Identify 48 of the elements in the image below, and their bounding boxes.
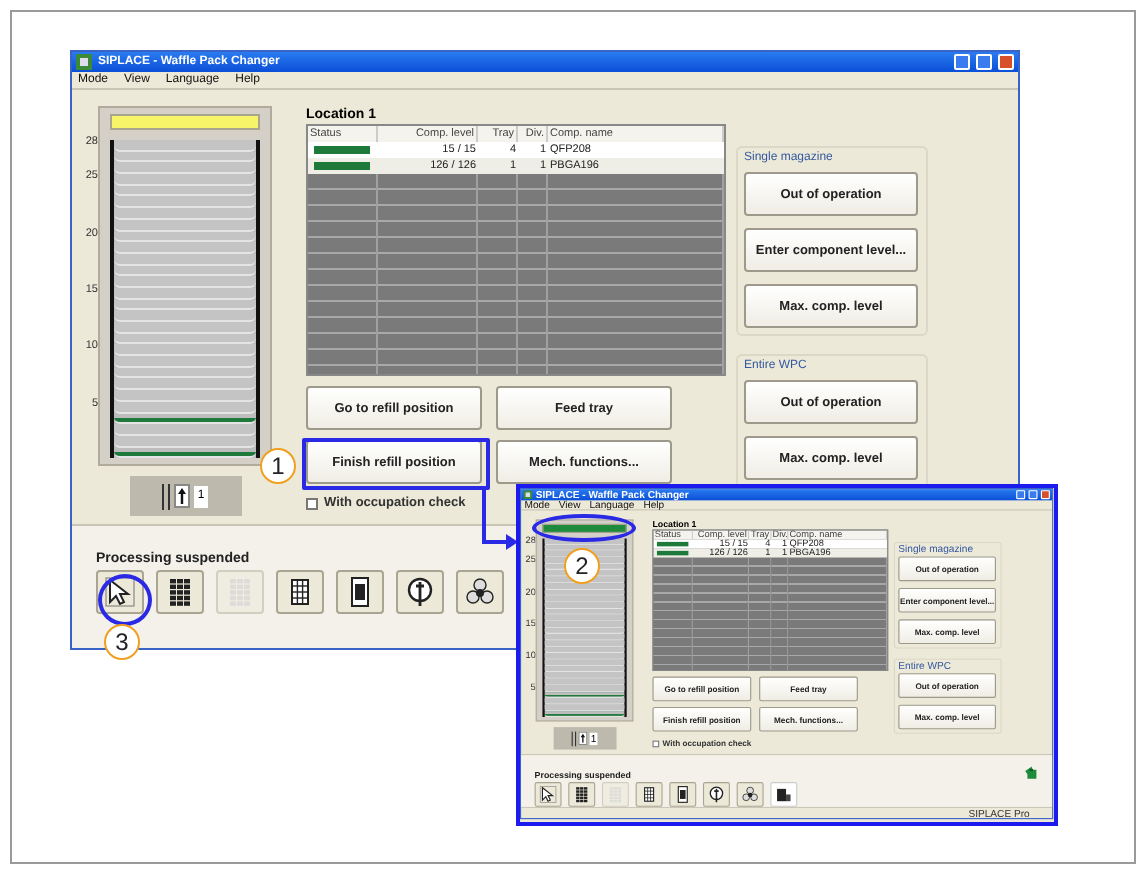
callout-number: 3 bbox=[104, 624, 140, 660]
app-icon bbox=[523, 490, 533, 500]
highlight-ring bbox=[532, 514, 636, 542]
pin-icon bbox=[707, 785, 726, 804]
toolbar-button[interactable] bbox=[456, 570, 504, 614]
close-button[interactable] bbox=[998, 54, 1014, 70]
toolbar-button[interactable] bbox=[396, 570, 444, 614]
toolbar-button[interactable] bbox=[736, 782, 764, 807]
close-button[interactable] bbox=[1040, 490, 1050, 500]
fan-icon bbox=[464, 576, 496, 608]
up-arrow-icon bbox=[178, 488, 186, 505]
level-bar bbox=[656, 541, 689, 546]
toolbar-button[interactable] bbox=[568, 782, 596, 807]
toolbar-button[interactable] bbox=[276, 570, 324, 614]
tray-icon bbox=[164, 576, 196, 608]
notification-icon[interactable] bbox=[1022, 764, 1039, 780]
toolbar-button[interactable] bbox=[770, 782, 798, 807]
checkbox[interactable] bbox=[306, 497, 318, 509]
toolbar-button[interactable] bbox=[336, 570, 384, 614]
toolbar-button[interactable] bbox=[534, 782, 562, 807]
checkbox[interactable] bbox=[652, 740, 660, 747]
pointer-icon bbox=[539, 785, 558, 804]
app-icon bbox=[76, 54, 92, 70]
toolbar-button[interactable] bbox=[635, 782, 663, 807]
toolbar-button[interactable] bbox=[703, 782, 730, 807]
level-bar bbox=[314, 146, 370, 153]
pin-icon bbox=[404, 576, 436, 608]
tray-icon bbox=[572, 785, 591, 804]
maximize-button[interactable] bbox=[1028, 490, 1038, 500]
minimize-button[interactable] bbox=[1016, 490, 1026, 500]
tray-icon bbox=[606, 785, 625, 804]
toolbar-button[interactable] bbox=[96, 570, 144, 614]
level-bar bbox=[314, 162, 370, 169]
fan-icon bbox=[741, 785, 760, 804]
pointer-arrow bbox=[476, 488, 520, 552]
cassette-icon bbox=[774, 785, 793, 804]
up-arrow-button[interactable] bbox=[174, 484, 190, 509]
up-arrow-button[interactable] bbox=[578, 731, 588, 746]
level-bar bbox=[656, 550, 689, 555]
empty-column bbox=[653, 557, 693, 670]
toolbar-button[interactable] bbox=[156, 570, 204, 614]
maximize-button[interactable] bbox=[976, 54, 992, 70]
minimize-button[interactable] bbox=[954, 54, 970, 70]
grid-icon bbox=[640, 785, 659, 804]
toolbar-button[interactable] bbox=[669, 782, 697, 807]
up-arrow-icon bbox=[580, 734, 586, 744]
pointer-icon bbox=[104, 576, 136, 608]
chip-icon bbox=[673, 785, 692, 804]
